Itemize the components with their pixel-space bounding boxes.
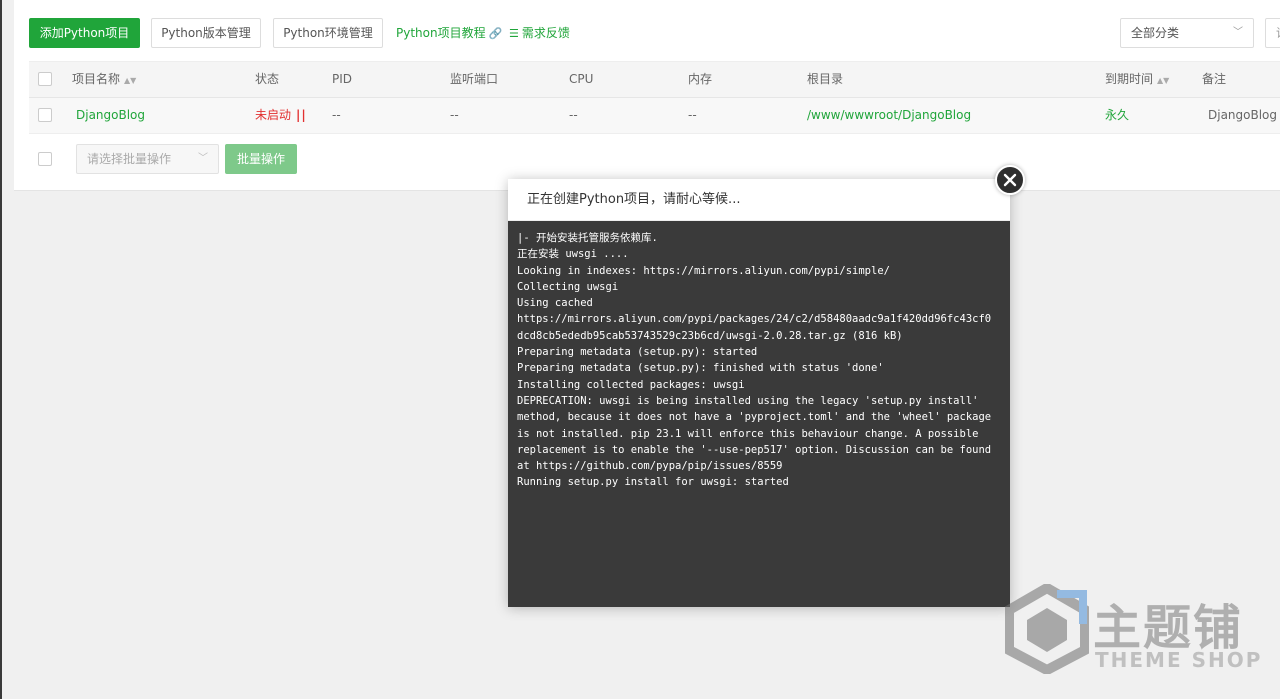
header-cpu: CPU — [569, 72, 594, 86]
select-all-checkbox[interactable] — [38, 72, 52, 86]
memory-value: -- — [688, 108, 697, 122]
log-line: Running setup.py install for uwsgi: star… — [517, 476, 789, 489]
log-line: Collecting uwsgi — [517, 280, 619, 293]
log-line: Installing collected packages: uwsgi — [517, 378, 745, 391]
watermark-en: THEME SHOP — [1095, 648, 1263, 672]
header-root: 根目录 — [807, 72, 844, 86]
header-memory: 内存 — [688, 72, 713, 86]
log-line: https://mirrors.aliyun.com/pypi/packages… — [517, 313, 992, 326]
search-input[interactable]: 请输 — [1265, 18, 1280, 48]
header-expire-label: 到期时间 — [1105, 72, 1154, 86]
log-line: |- 开始安装托管服务依赖库. — [517, 232, 658, 244]
tutorial-link[interactable]: Python项目教程 🔗 — [396, 18, 502, 48]
batch-bar: 请选择批量操作 ﹀ 批量操作 ‹ — [29, 144, 1280, 174]
batch-select-value: 请选择批量操作 — [87, 152, 172, 166]
window-edge — [0, 0, 2, 699]
cpu-value: -- — [569, 108, 578, 122]
log-line: is not installed. pip 23.1 will enforce … — [517, 427, 979, 440]
install-log: |- 开始安装托管服务依赖库. 正在安装 uwsgi .... Looking in… — [508, 230, 1010, 491]
log-line: dcd8cb5ededb95cab53743529c23b6cd/uwsgi-2… — [517, 329, 903, 342]
feedback-link[interactable]: ☰ 需求反馈 — [509, 18, 570, 48]
project-panel: 添加Python项目 Python版本管理 Python环境管理 Python项… — [14, 0, 1280, 191]
pid-value: -- — [332, 108, 341, 122]
batch-button[interactable]: 批量操作 — [225, 144, 297, 174]
header-note: 备注 — [1202, 72, 1227, 86]
add-python-project-button[interactable]: 添加Python项目 — [29, 18, 140, 48]
note-value[interactable]: DjangoBlog — [1208, 98, 1277, 133]
log-line: replacement is to enable the '--use-pep5… — [517, 443, 992, 456]
project-table: 项目名称 ▲▼ 状态 PID 监听端口 CPU 内存 根目录 到期时间 ▲▼ 备注 … — [29, 61, 1280, 134]
close-dialog-button[interactable] — [995, 165, 1025, 195]
chevron-down-icon: ﹀ — [1233, 27, 1243, 38]
root-dir-link[interactable]: /www/wwwroot/DjangoBlog — [807, 98, 971, 133]
pause-icon: || — [296, 108, 307, 122]
python-env-button[interactable]: Python环境管理 — [273, 18, 383, 48]
log-line: Looking in indexes: https://mirrors.aliy… — [517, 264, 890, 277]
category-select-value: 全部分类 — [1131, 26, 1180, 40]
log-line: Preparing metadata (setup.py): finished … — [517, 362, 884, 375]
chevron-down-icon: ﹀ — [198, 153, 208, 164]
header-name-label: 项目名称 — [72, 72, 121, 86]
header-status: 状态 — [255, 72, 280, 86]
category-select[interactable]: 全部分类 ﹀ — [1120, 18, 1254, 48]
expire-link[interactable]: 永久 — [1105, 98, 1129, 133]
dialog-title: 正在创建Python项目，请耐心等候... — [508, 179, 1010, 221]
theme-shop-logo-icon — [1005, 584, 1089, 674]
log-line: method, because it does not have a 'pypr… — [517, 411, 992, 424]
create-project-dialog: 正在创建Python项目，请耐心等候... |- 开始安装托管服务依赖库. 正在安… — [508, 179, 1010, 607]
log-line: Preparing metadata (setup.py): started — [517, 346, 758, 359]
sort-icon: ▲▼ — [124, 76, 137, 85]
toolbar: 添加Python项目 Python版本管理 Python环境管理 Python项… — [29, 18, 1280, 48]
header-expire[interactable]: 到期时间 ▲▼ — [1105, 62, 1169, 97]
log-line: Using cached — [517, 297, 593, 310]
header-pid: PID — [332, 72, 353, 86]
row-checkbox[interactable] — [38, 108, 52, 122]
port-value: -- — [450, 108, 459, 122]
status-label: 未启动 — [255, 108, 292, 122]
header-name[interactable]: 项目名称 ▲▼ — [72, 62, 136, 97]
log-line: at https://github.com/pypa/pip/issues/85… — [517, 460, 783, 473]
python-version-button[interactable]: Python版本管理 — [151, 18, 261, 48]
watermark: 主题铺 THEME SHOP — [1005, 580, 1265, 680]
sort-icon: ▲▼ — [1157, 76, 1170, 85]
batch-checkbox[interactable] — [38, 152, 52, 166]
batch-select[interactable]: 请选择批量操作 ﹀ — [76, 144, 219, 174]
table-row: DjangoBlog 未启动 || -- -- -- -- /www/wwwroo… — [29, 98, 1280, 134]
log-line: DEPRECATION: uwsgi is being installed us… — [517, 394, 979, 407]
feedback-icon: ☰ — [509, 27, 519, 40]
project-name-link[interactable]: DjangoBlog — [76, 98, 145, 133]
feedback-link-label: 需求反馈 — [521, 26, 570, 40]
log-line: 正在安装 uwsgi .... — [517, 248, 629, 261]
status-toggle[interactable]: 未启动 || — [255, 98, 307, 133]
link-icon: 🔗 — [488, 27, 503, 40]
table-header: 项目名称 ▲▼ 状态 PID 监听端口 CPU 内存 根目录 到期时间 ▲▼ 备注 — [29, 61, 1280, 98]
close-icon — [1003, 173, 1017, 187]
tutorial-link-label: Python项目教程 — [396, 26, 486, 40]
header-port: 监听端口 — [450, 72, 499, 86]
